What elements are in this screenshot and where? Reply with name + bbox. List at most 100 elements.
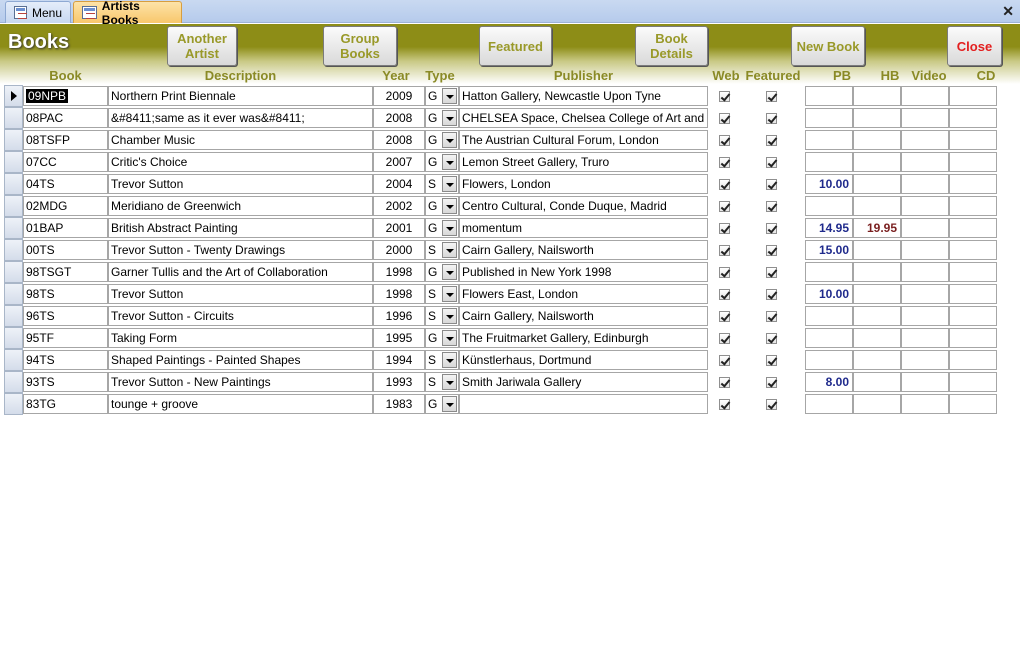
cd-price-field[interactable] (949, 394, 997, 414)
description-field[interactable]: Critic's Choice (108, 152, 373, 172)
book-code-field[interactable]: 09NPB (23, 86, 108, 106)
year-field[interactable]: 2004 (373, 174, 425, 194)
chevron-down-icon[interactable] (442, 352, 457, 368)
another-artist-button[interactable]: Another Artist (167, 26, 237, 66)
cd-price-field[interactable] (949, 174, 997, 194)
description-field[interactable]: Trevor Sutton (108, 284, 373, 304)
chevron-down-icon[interactable] (442, 154, 457, 170)
type-combo[interactable]: G (425, 108, 459, 128)
hb-price-field[interactable] (853, 328, 901, 348)
web-checkbox[interactable] (719, 377, 730, 388)
web-checkbox[interactable] (719, 179, 730, 190)
tab-artists-books[interactable]: Artists Books (73, 0, 182, 27)
featured-checkbox[interactable] (766, 201, 777, 212)
description-field[interactable]: Northern Print Biennale (108, 86, 373, 106)
record-selector[interactable] (4, 151, 23, 173)
pb-price-field[interactable] (805, 306, 853, 326)
hb-price-field[interactable] (853, 86, 901, 106)
year-field[interactable]: 2007 (373, 152, 425, 172)
description-field[interactable]: Trevor Sutton - Twenty Drawings (108, 240, 373, 260)
record-selector[interactable] (4, 261, 23, 283)
pb-price-field[interactable] (805, 152, 853, 172)
featured-checkbox[interactable] (766, 91, 777, 102)
web-checkbox[interactable] (719, 333, 730, 344)
book-code-field[interactable]: 98TS (23, 284, 108, 304)
featured-checkbox[interactable] (766, 377, 777, 388)
description-field[interactable]: Chamber Music (108, 130, 373, 150)
type-combo[interactable]: S (425, 240, 459, 260)
featured-checkbox[interactable] (766, 333, 777, 344)
cd-price-field[interactable] (949, 152, 997, 172)
year-field[interactable]: 2000 (373, 240, 425, 260)
pb-price-field[interactable] (805, 394, 853, 414)
record-selector[interactable] (4, 349, 23, 371)
featured-checkbox[interactable] (766, 355, 777, 366)
video-price-field[interactable] (901, 240, 949, 260)
year-field[interactable]: 2001 (373, 218, 425, 238)
web-checkbox[interactable] (719, 91, 730, 102)
featured-button[interactable]: Featured (479, 26, 552, 66)
year-field[interactable]: 2002 (373, 196, 425, 216)
book-code-field[interactable]: 00TS (23, 240, 108, 260)
type-combo[interactable]: G (425, 130, 459, 150)
web-checkbox[interactable] (719, 399, 730, 410)
description-field[interactable]: Trevor Sutton (108, 174, 373, 194)
cd-price-field[interactable] (949, 328, 997, 348)
pb-price-field[interactable]: 10.00 (805, 174, 853, 194)
record-selector[interactable] (4, 107, 23, 129)
chevron-down-icon[interactable] (442, 374, 457, 390)
description-field[interactable]: Meridiano de Greenwich (108, 196, 373, 216)
publisher-field[interactable]: Published in New York 1998 (459, 262, 708, 282)
publisher-field[interactable]: momentum (459, 218, 708, 238)
chevron-down-icon[interactable] (442, 308, 457, 324)
pb-price-field[interactable] (805, 130, 853, 150)
hb-price-field[interactable] (853, 108, 901, 128)
video-price-field[interactable] (901, 86, 949, 106)
video-price-field[interactable] (901, 350, 949, 370)
publisher-field[interactable]: Künstlerhaus, Dortmund (459, 350, 708, 370)
publisher-field[interactable]: Flowers, London (459, 174, 708, 194)
book-code-field[interactable]: 96TS (23, 306, 108, 326)
book-code-field[interactable]: 93TS (23, 372, 108, 392)
chevron-down-icon[interactable] (442, 330, 457, 346)
chevron-down-icon[interactable] (442, 286, 457, 302)
pb-price-field[interactable]: 10.00 (805, 284, 853, 304)
description-field[interactable]: Taking Form (108, 328, 373, 348)
web-checkbox[interactable] (719, 355, 730, 366)
featured-checkbox[interactable] (766, 311, 777, 322)
record-selector[interactable] (4, 327, 23, 349)
book-code-field[interactable]: 07CC (23, 152, 108, 172)
publisher-field[interactable]: The Fruitmarket Gallery, Edinburgh (459, 328, 708, 348)
video-price-field[interactable] (901, 372, 949, 392)
video-price-field[interactable] (901, 328, 949, 348)
record-selector[interactable] (4, 371, 23, 393)
type-combo[interactable]: G (425, 394, 459, 414)
cd-price-field[interactable] (949, 196, 997, 216)
hb-price-field[interactable] (853, 350, 901, 370)
book-details-button[interactable]: Book Details (635, 26, 708, 66)
book-code-field[interactable]: 01BAP (23, 218, 108, 238)
new-book-button[interactable]: New Book (791, 26, 865, 66)
hb-price-field[interactable] (853, 196, 901, 216)
chevron-down-icon[interactable] (442, 220, 457, 236)
record-selector[interactable] (4, 305, 23, 327)
video-price-field[interactable] (901, 284, 949, 304)
web-checkbox[interactable] (719, 245, 730, 256)
close-document-icon[interactable]: ✕ (1002, 2, 1014, 20)
pb-price-field[interactable] (805, 350, 853, 370)
pb-price-field[interactable] (805, 86, 853, 106)
book-code-field[interactable]: 08TSFP (23, 130, 108, 150)
book-code-field[interactable]: 98TSGT (23, 262, 108, 282)
book-code-field[interactable]: 08PAC (23, 108, 108, 128)
hb-price-field[interactable] (853, 152, 901, 172)
type-combo[interactable]: G (425, 196, 459, 216)
cd-price-field[interactable] (949, 284, 997, 304)
cd-price-field[interactable] (949, 350, 997, 370)
record-selector[interactable] (4, 173, 23, 195)
pb-price-field[interactable] (805, 196, 853, 216)
hb-price-field[interactable] (853, 284, 901, 304)
chevron-down-icon[interactable] (442, 264, 457, 280)
video-price-field[interactable] (901, 306, 949, 326)
featured-checkbox[interactable] (766, 399, 777, 410)
book-code-field[interactable]: 04TS (23, 174, 108, 194)
